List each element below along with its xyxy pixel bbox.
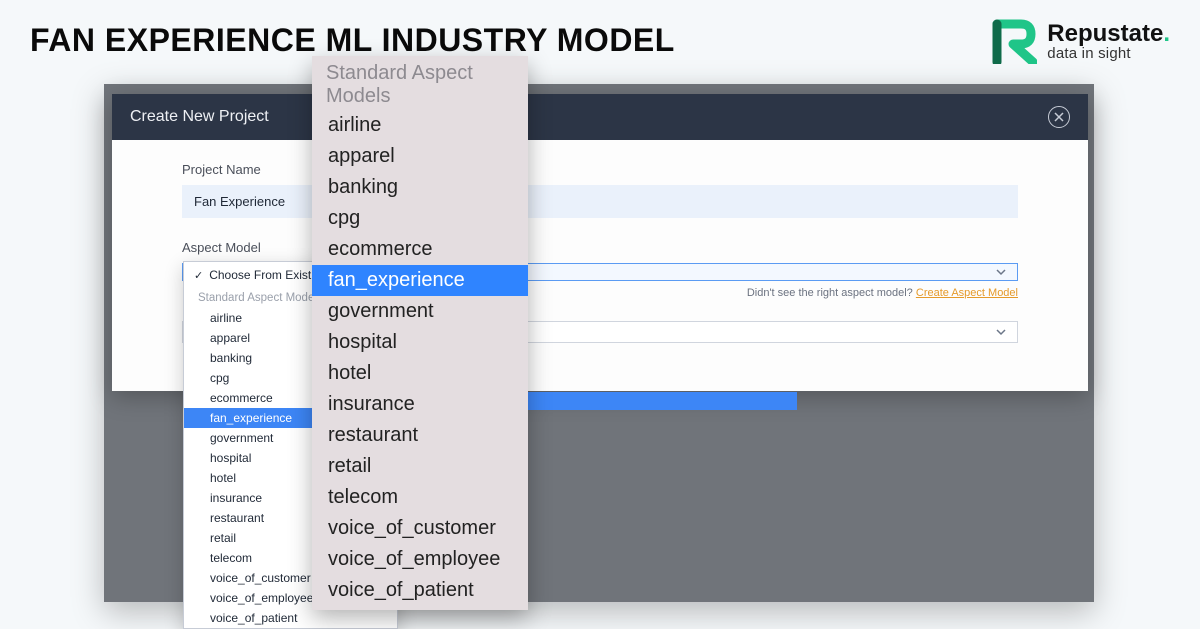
- aspect-model-label: Aspect Model: [182, 240, 1018, 255]
- brand-logo: Repustate. data in sight: [991, 18, 1170, 64]
- project-name-label: Project Name: [182, 162, 1018, 177]
- dropdown-option-hotel[interactable]: hotel: [312, 358, 528, 389]
- dropdown-option-cpg[interactable]: cpg: [312, 203, 528, 234]
- close-button[interactable]: [1048, 106, 1070, 128]
- chevron-down-icon: [995, 326, 1007, 338]
- dropdown-option-ecommerce[interactable]: ecommerce: [312, 234, 528, 265]
- modal-header: Create New Project: [112, 94, 1088, 140]
- dropdown-option-hospital[interactable]: hospital: [312, 327, 528, 358]
- dropdown-option-voice_of_patient[interactable]: voice_of_patient: [184, 608, 397, 628]
- dropdown-option-telecom[interactable]: telecom: [312, 482, 528, 513]
- dropdown-option-apparel[interactable]: apparel: [312, 141, 528, 172]
- dropdown-option-fan_experience[interactable]: fan_experience: [312, 265, 528, 296]
- dropdown-option-voice_of_customer[interactable]: voice_of_customer: [312, 513, 528, 544]
- dropdown-option-voice_of_employee[interactable]: voice_of_employee: [312, 544, 528, 575]
- project-name-input[interactable]: [182, 185, 1018, 218]
- page-title: FAN EXPERIENCE ML INDUSTRY MODEL: [30, 22, 675, 59]
- dropdown-group-label: Standard Aspect Models: [312, 56, 528, 110]
- brand-name: Repustate.: [1047, 21, 1170, 46]
- dropdown-option-banking[interactable]: banking: [312, 172, 528, 203]
- close-icon: [1054, 112, 1064, 122]
- dropdown-option-insurance[interactable]: insurance: [312, 389, 528, 420]
- brand-tagline: data in sight: [1047, 46, 1170, 62]
- repustate-logo-icon: [991, 18, 1037, 64]
- modal-title: Create New Project: [130, 108, 269, 126]
- dropdown-option-voice_of_patient[interactable]: voice_of_patient: [312, 575, 528, 606]
- dropdown-option-government[interactable]: government: [312, 296, 528, 327]
- aspect-model-dropdown-large[interactable]: Standard Aspect Modelsairlineapparelbank…: [312, 56, 528, 610]
- create-aspect-model-link[interactable]: Create Aspect Model: [916, 287, 1018, 299]
- dropdown-option-retail[interactable]: retail: [312, 451, 528, 482]
- dropdown-option-airline[interactable]: airline: [312, 110, 528, 141]
- dropdown-option-restaurant[interactable]: restaurant: [312, 420, 528, 451]
- chevron-down-icon: [995, 266, 1007, 278]
